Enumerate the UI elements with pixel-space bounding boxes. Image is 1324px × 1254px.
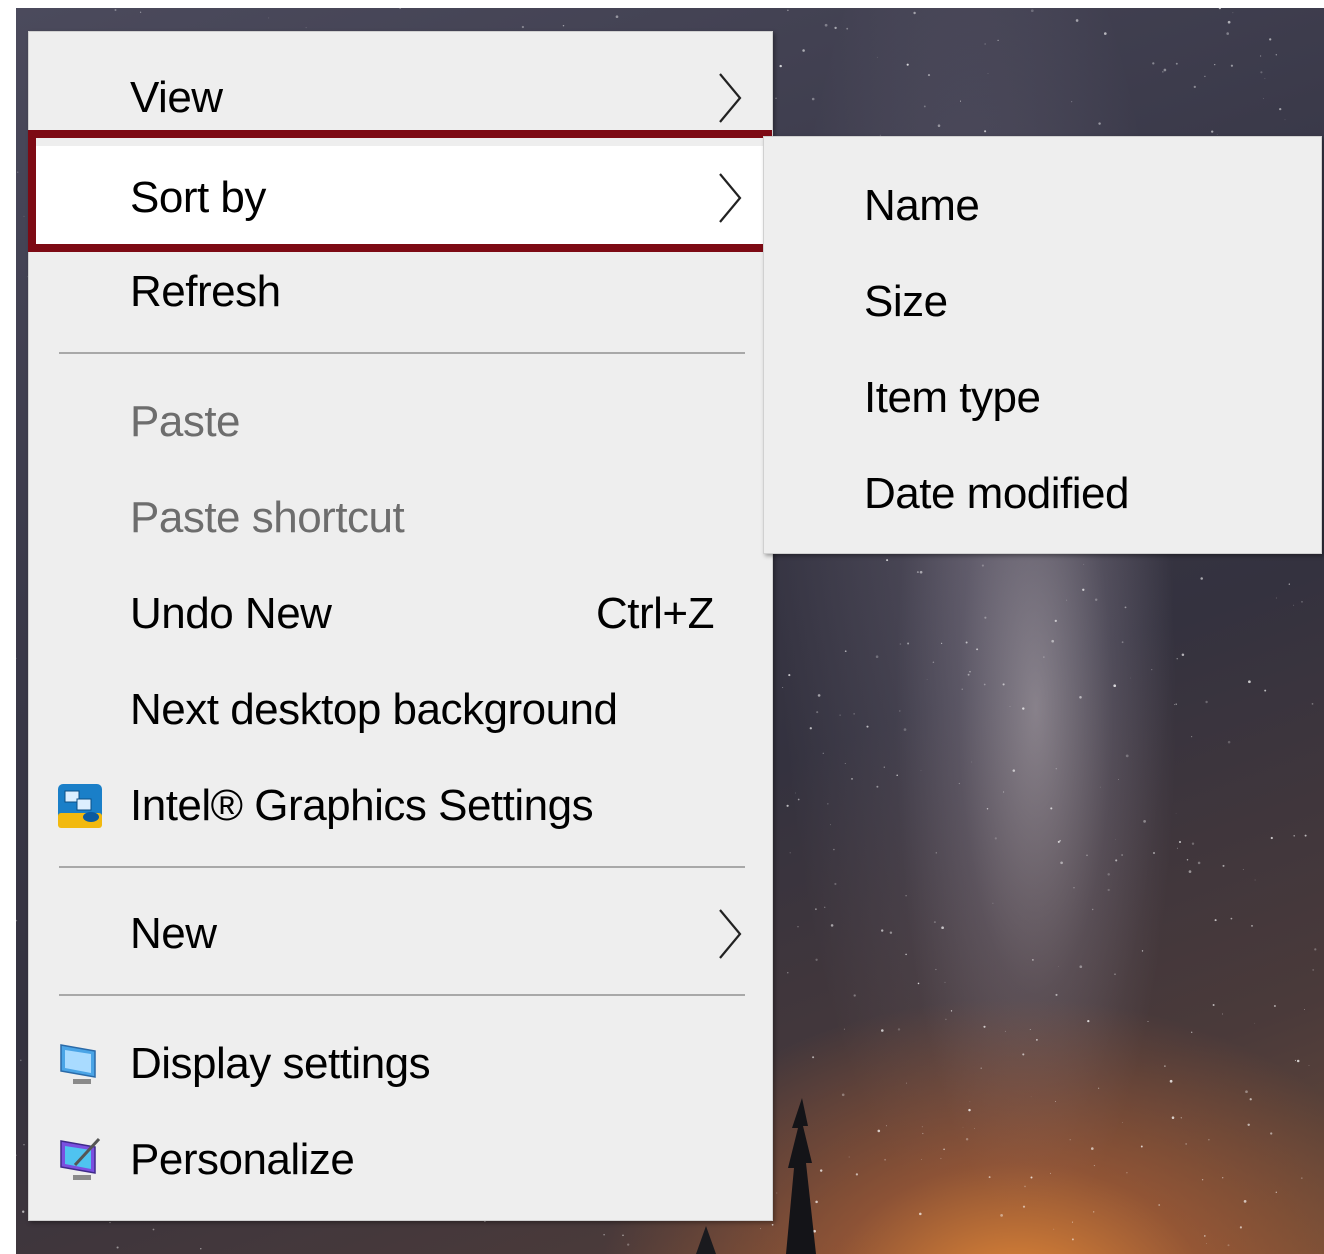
menu-item-paste[interactable]: Paste [29,374,772,470]
intel-graphics-icon [58,784,102,828]
submenu-item-label: Item type [864,373,1041,422]
menu-item-label: New [130,909,217,958]
menu-item-label: Paste shortcut [130,493,405,542]
submenu-item-size[interactable]: Size [764,254,1321,350]
menu-item-paste-shortcut[interactable]: Paste shortcut [29,470,772,566]
menu-item-new[interactable]: New [29,886,772,982]
submenu-item-label: Date modified [864,469,1129,518]
menu-item-label: Next desktop background [130,685,618,734]
menu-item-refresh[interactable]: Refresh [29,244,772,340]
display-settings-icon [60,1044,96,1084]
menu-item-view[interactable]: View [29,50,772,146]
menu-item-label: Refresh [130,267,281,316]
chevron-right-icon [719,173,742,223]
submenu-item-name[interactable]: Name [764,158,1321,254]
menu-item-label: Intel® Graphics Settings [130,781,594,830]
menu-item-personalize[interactable]: Personalize [29,1112,772,1208]
menu-item-label: View [130,73,223,122]
menu-item-label: Personalize [130,1135,355,1184]
menu-separator [59,866,745,868]
submenu-item-item-type[interactable]: Item type [764,350,1321,446]
menu-separator [59,352,745,354]
desktop-screen: View Sort by Refresh Paste Paste shortcu… [0,0,1324,1254]
menu-item-intel-graphics-settings[interactable]: Intel® Graphics Settings [29,758,772,854]
personalize-icon [60,1137,101,1180]
menu-item-label: Display settings [130,1039,431,1088]
menu-item-shortcut: Ctrl+Z [596,589,715,638]
submenu-item-date-modified[interactable]: Date modified [764,446,1321,542]
menu-separator [59,994,745,996]
chevron-right-icon [719,909,742,959]
menu-item-display-settings[interactable]: Display settings [29,1016,772,1112]
menu-item-next-desktop-background[interactable]: Next desktop background [29,662,772,758]
menu-item-label: Sort by [130,173,266,222]
menu-item-label: Undo New [130,589,332,638]
menu-item-undo-new[interactable]: Undo New Ctrl+Z [29,566,772,662]
submenu-item-label: Name [864,181,980,230]
desktop-context-menu: View Sort by Refresh Paste Paste shortcu… [28,31,773,1221]
menu-item-sort-by[interactable]: Sort by [29,146,772,250]
menu-item-label: Paste [130,397,241,446]
chevron-right-icon [719,73,742,123]
submenu-item-label: Size [864,277,948,326]
sort-by-submenu: Name Size Item type Date modified [763,136,1322,554]
